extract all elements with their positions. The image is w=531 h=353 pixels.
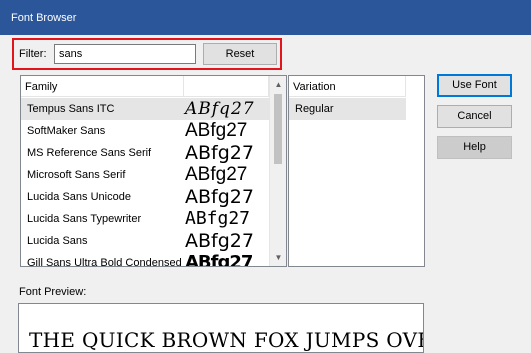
font-name: Lucida Sans Typewriter xyxy=(27,213,142,225)
font-row[interactable]: Lucida Sans Unicode ABfg27 xyxy=(21,186,269,208)
font-name: Lucida Sans xyxy=(27,235,88,247)
font-row[interactable]: Gill Sans Ultra Bold Condensed ABfg27 xyxy=(21,252,269,267)
family-column-header[interactable]: Family xyxy=(21,76,184,97)
scroll-down-icon[interactable]: ▼ xyxy=(270,249,286,266)
family-list[interactable]: Family Tempus Sans ITC ABfq27 SoftMaker … xyxy=(20,75,287,267)
window-title: Font Browser xyxy=(11,12,77,24)
font-sample: ABfg27 xyxy=(185,164,248,185)
variation-name: Regular xyxy=(295,103,334,115)
font-row[interactable]: Lucida Sans Typewriter ABfg27 xyxy=(21,208,269,230)
font-preview-text: THE QUICK BROWN FOX JUMPS OVER THE xyxy=(29,328,423,352)
font-preview-box: THE QUICK BROWN FOX JUMPS OVER THE xyxy=(18,303,424,353)
scroll-thumb[interactable] xyxy=(274,94,282,164)
font-name: SoftMaker Sans xyxy=(27,125,106,137)
font-preview-label: Font Preview: xyxy=(19,286,87,298)
variation-item[interactable]: Regular xyxy=(289,98,406,120)
scroll-up-icon[interactable]: ▲ xyxy=(270,76,286,93)
font-sample: ABfq27 xyxy=(185,99,255,119)
variation-column-header[interactable]: Variation xyxy=(289,76,406,97)
font-name: MS Reference Sans Serif xyxy=(27,147,152,159)
font-sample: ABfg27 xyxy=(185,252,253,267)
font-row[interactable]: Lucida Sans ABfg27 xyxy=(21,230,269,252)
variation-list[interactable]: Variation Regular xyxy=(288,75,425,267)
filter-input[interactable] xyxy=(54,44,196,64)
font-name: Lucida Sans Unicode xyxy=(27,191,131,203)
filter-label: Filter: xyxy=(19,48,47,60)
font-name: Tempus Sans ITC xyxy=(27,103,115,115)
font-name: Microsoft Sans Serif xyxy=(27,169,126,181)
use-font-button[interactable]: Use Font xyxy=(437,74,512,97)
font-sample: ABfg27 xyxy=(185,208,251,229)
font-sample: ABfg27 xyxy=(185,120,248,141)
font-sample: ABfg27 xyxy=(185,142,254,164)
font-row[interactable]: Tempus Sans ITC ABfq27 xyxy=(21,98,269,120)
family-list-scrollbar[interactable]: ▲ ▼ xyxy=(269,76,286,266)
font-row[interactable]: Microsoft Sans Serif ABfg27 xyxy=(21,164,269,186)
sample-column-header[interactable] xyxy=(184,76,269,97)
font-name: Gill Sans Ultra Bold Condensed xyxy=(27,257,182,267)
title-bar[interactable]: Font Browser xyxy=(0,0,531,35)
reset-button[interactable]: Reset xyxy=(203,43,277,65)
help-button[interactable]: Help xyxy=(437,136,512,159)
font-sample: ABfg27 xyxy=(185,230,254,252)
font-row[interactable]: SoftMaker Sans ABfg27 xyxy=(21,120,269,142)
cancel-button[interactable]: Cancel xyxy=(437,105,512,128)
font-row[interactable]: MS Reference Sans Serif ABfg27 xyxy=(21,142,269,164)
font-sample: ABfg27 xyxy=(185,186,254,208)
